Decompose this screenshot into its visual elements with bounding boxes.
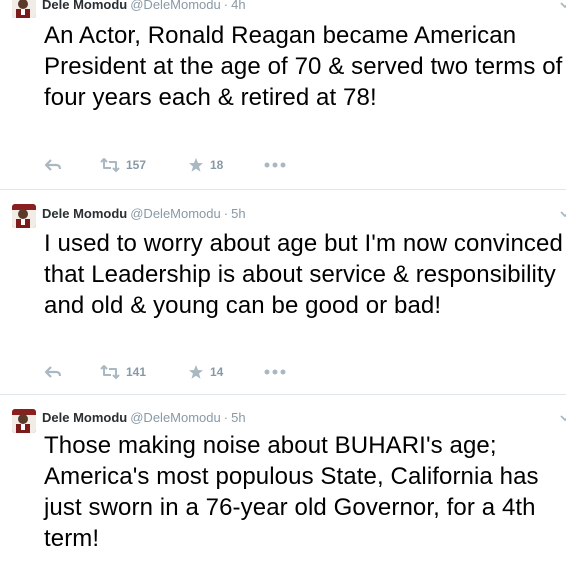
author-handle[interactable]: @DeleMomodu — [130, 0, 221, 12]
favorite-button[interactable]: 14 — [188, 362, 223, 382]
more-button[interactable] — [264, 362, 286, 382]
retweet-button[interactable]: 157 — [100, 155, 146, 175]
tweet-actions: 157 18 — [44, 155, 344, 175]
retweet-count: 157 — [126, 158, 147, 172]
favorite-count: 18 — [210, 158, 224, 172]
more-icon — [264, 369, 286, 375]
author-name[interactable]: Dele Momodu — [42, 206, 127, 221]
tweet-header: Dele Momodu @DeleMomodu · 4h — [42, 0, 246, 16]
more-button[interactable] — [264, 155, 286, 175]
avatar[interactable] — [12, 204, 36, 228]
author-handle[interactable]: @DeleMomodu — [130, 206, 221, 221]
chevron-down-icon[interactable] — [558, 203, 566, 225]
chevron-down-icon[interactable] — [558, 407, 566, 429]
retweet-button[interactable]: 141 — [100, 362, 146, 382]
author-name[interactable]: Dele Momodu — [42, 0, 127, 12]
star-icon — [189, 158, 203, 172]
tweet-timestamp[interactable]: 4h — [231, 0, 245, 12]
tweet-timeline: Dele Momodu @DeleMomodu · 4h An Actor, Rona… — [0, 0, 566, 566]
retweet-icon — [100, 365, 120, 379]
separator-dot: · — [223, 0, 229, 12]
tweet-text: I used to worry about age but I'm now co… — [44, 230, 563, 319]
author-handle[interactable]: @DeleMomodu — [130, 410, 221, 425]
tweet-header: Dele Momodu @DeleMomodu · 5h — [42, 203, 246, 225]
tweet-2[interactable]: Dele Momodu @DeleMomodu · 5h I used to worr… — [0, 190, 566, 395]
retweet-icon — [100, 158, 120, 172]
star-icon — [189, 365, 203, 379]
reply-button[interactable] — [44, 155, 62, 175]
retweet-count: 141 — [126, 365, 147, 379]
tweet-1[interactable]: Dele Momodu @DeleMomodu · 4h An Actor, Rona… — [0, 0, 566, 190]
author-name[interactable]: Dele Momodu — [42, 410, 127, 425]
separator-dot: · — [223, 410, 229, 425]
tweet-header: Dele Momodu @DeleMomodu · 5h — [42, 407, 246, 429]
separator-dot: · — [223, 206, 229, 221]
tweet-actions: 141 14 — [44, 362, 344, 382]
tweet-timestamp[interactable]: 5h — [231, 206, 245, 221]
tweet-text: Those making noise about BUHARI's age; A… — [44, 432, 539, 552]
tweet-text: An Actor, Ronald Reagan became American … — [44, 22, 563, 111]
reply-button[interactable] — [44, 362, 62, 382]
tweet-timestamp[interactable]: 5h — [231, 410, 245, 425]
avatar[interactable] — [12, 409, 36, 433]
reply-icon — [44, 159, 62, 171]
favorite-button[interactable]: 18 — [188, 155, 223, 175]
more-icon — [264, 162, 286, 168]
avatar[interactable] — [12, 0, 36, 18]
tweet-3[interactable]: Dele Momodu @DeleMomodu · 5h Those making n… — [0, 395, 566, 566]
reply-icon — [44, 366, 62, 378]
favorite-count: 14 — [210, 365, 224, 379]
chevron-down-icon[interactable] — [558, 0, 566, 16]
